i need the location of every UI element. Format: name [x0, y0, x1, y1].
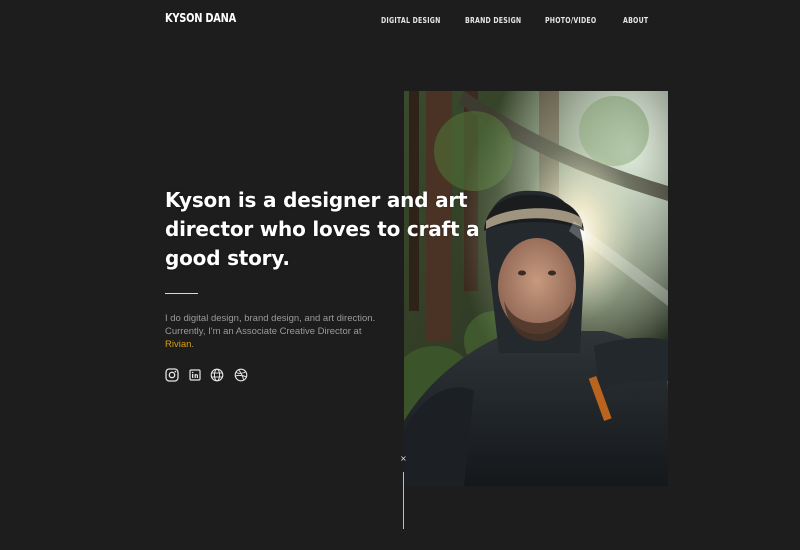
headline-divider — [165, 293, 198, 294]
bio-text: I do digital design, brand design, and a… — [165, 312, 405, 351]
scroll-indicator-line — [403, 472, 404, 529]
main-nav: DIGITAL DESIGN BRAND DESIGN PHOTO/VIDEO … — [0, 16, 800, 28]
instagram-icon[interactable] — [165, 368, 179, 382]
headline-line-3: good story. — [165, 246, 290, 270]
nav-about[interactable]: ABOUT — [623, 16, 648, 25]
headline-line-2: director who loves to craft a — [165, 217, 480, 241]
nav-digital-design[interactable]: DIGITAL DESIGN — [381, 16, 441, 25]
nav-brand-design[interactable]: BRAND DESIGN — [465, 16, 521, 25]
dribbble-icon[interactable] — [234, 368, 248, 382]
bio-line-1: I do digital design, brand design, and a… — [165, 313, 376, 324]
scroll-close-marker[interactable]: × — [400, 454, 407, 464]
linkedin-icon[interactable] — [188, 368, 202, 382]
hero-headline: Kyson is a designer and art director who… — [165, 186, 505, 273]
portrait-photo — [404, 91, 668, 486]
bio-line-2: Currently, I'm an Associate Creative Dir… — [165, 326, 362, 337]
nav-photo-video[interactable]: PHOTO/VIDEO — [545, 16, 596, 25]
website-globe-icon[interactable] — [210, 368, 224, 382]
bio-line-3: Rivian. — [165, 338, 405, 351]
rivian-link[interactable]: Rivian — [165, 339, 191, 350]
headline-line-1: Kyson is a designer and art — [165, 188, 468, 212]
bio-period: . — [191, 339, 195, 350]
